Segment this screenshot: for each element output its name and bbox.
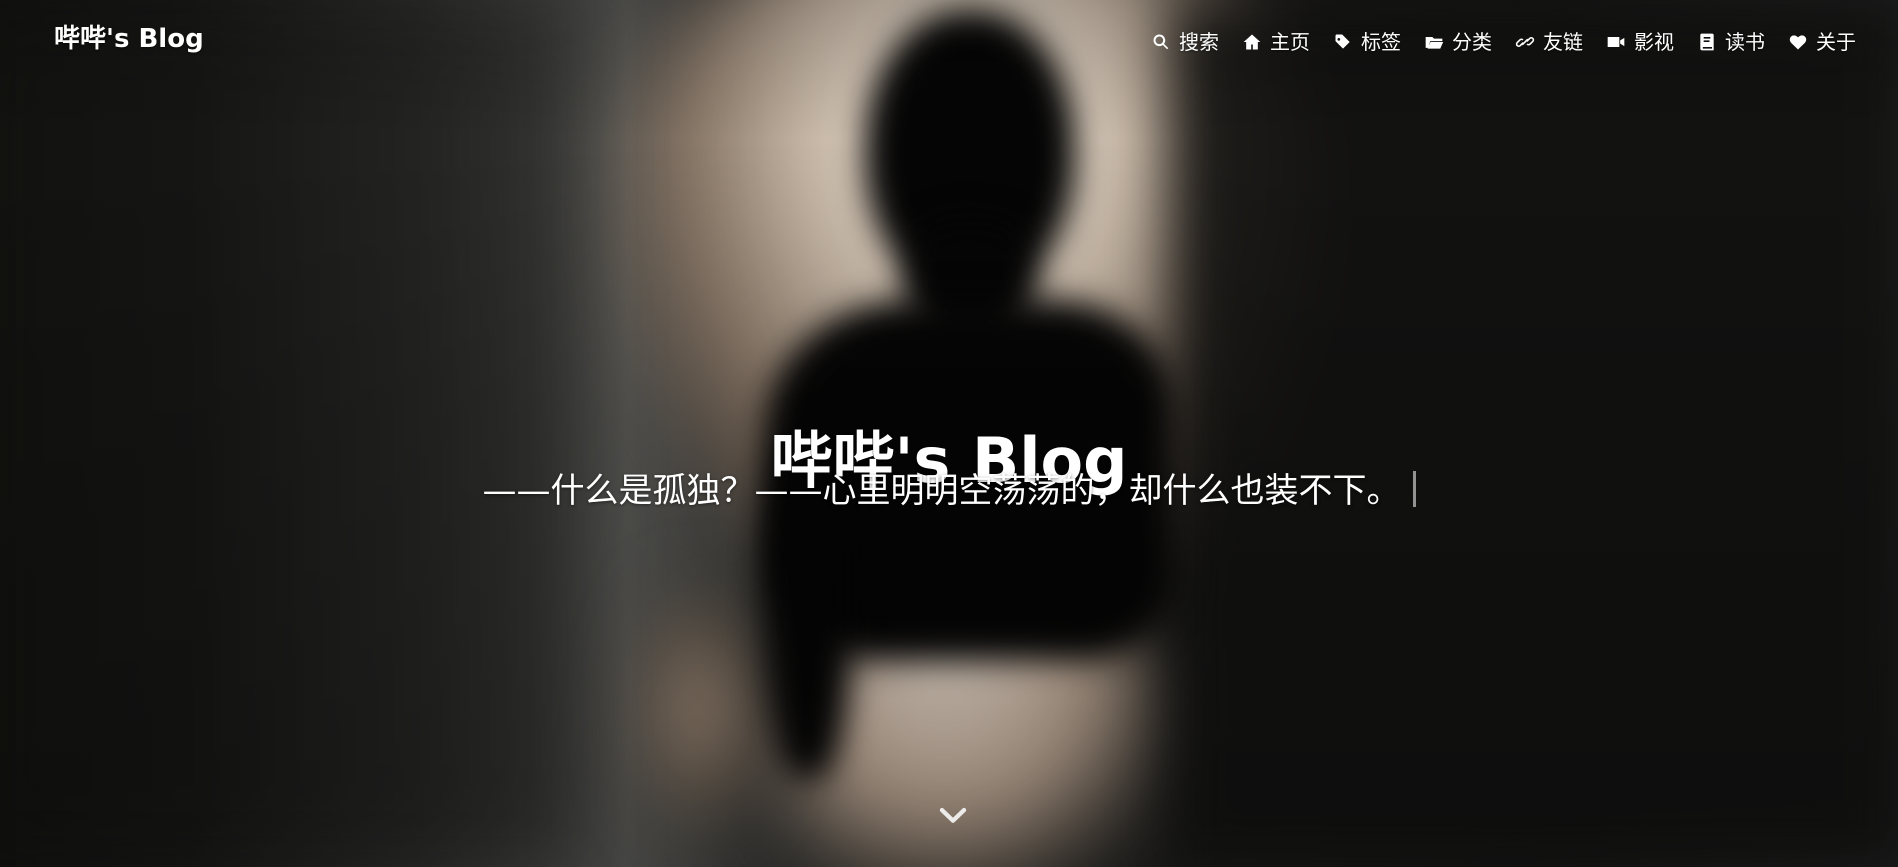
home-icon (1241, 31, 1263, 53)
nav-links[interactable]: 友链 (1514, 25, 1583, 59)
nav-books[interactable]: 读书 (1696, 25, 1765, 59)
blog-hero: 哔哔's Blog 搜索 主页 标签 分类 友链 影视 读书 关于 哔哔's B… (0, 0, 1898, 867)
nav-label: 搜索 (1179, 30, 1219, 54)
video-icon (1605, 31, 1627, 53)
tag-icon (1332, 31, 1354, 53)
nav-label: 关于 (1816, 30, 1856, 54)
link-icon (1514, 31, 1536, 53)
site-brand[interactable]: 哔哔's Blog (54, 22, 204, 56)
subtitle-text: ——什么是孤独？——心里明明空荡荡的，却什么也装不下。 (482, 471, 1401, 511)
nav-label: 标签 (1361, 30, 1401, 54)
nav-videos[interactable]: 影视 (1605, 25, 1674, 59)
nav-label: 分类 (1452, 30, 1492, 54)
heart-icon (1787, 31, 1809, 53)
nav-label: 主页 (1270, 30, 1310, 54)
chevron-down-icon (939, 807, 967, 823)
nav-categories[interactable]: 分类 (1423, 25, 1492, 59)
hero-subtitle: ——什么是孤独？——心里明明空荡荡的，却什么也装不下。 (0, 469, 1898, 513)
nav-about[interactable]: 关于 (1787, 25, 1856, 59)
nav-search[interactable]: 搜索 (1150, 25, 1219, 59)
search-icon (1150, 31, 1172, 53)
nav-tags[interactable]: 标签 (1332, 25, 1401, 59)
book-icon (1696, 31, 1718, 53)
nav-home[interactable]: 主页 (1241, 25, 1310, 59)
top-navigation: 搜索 主页 标签 分类 友链 影视 读书 关于 (1128, 25, 1856, 59)
typing-cursor (1412, 471, 1416, 507)
nav-label: 影视 (1634, 30, 1674, 54)
nav-label: 读书 (1725, 30, 1765, 54)
folder-icon (1423, 31, 1445, 53)
nav-label: 友链 (1543, 30, 1583, 54)
scroll-down-button[interactable] (936, 798, 970, 832)
